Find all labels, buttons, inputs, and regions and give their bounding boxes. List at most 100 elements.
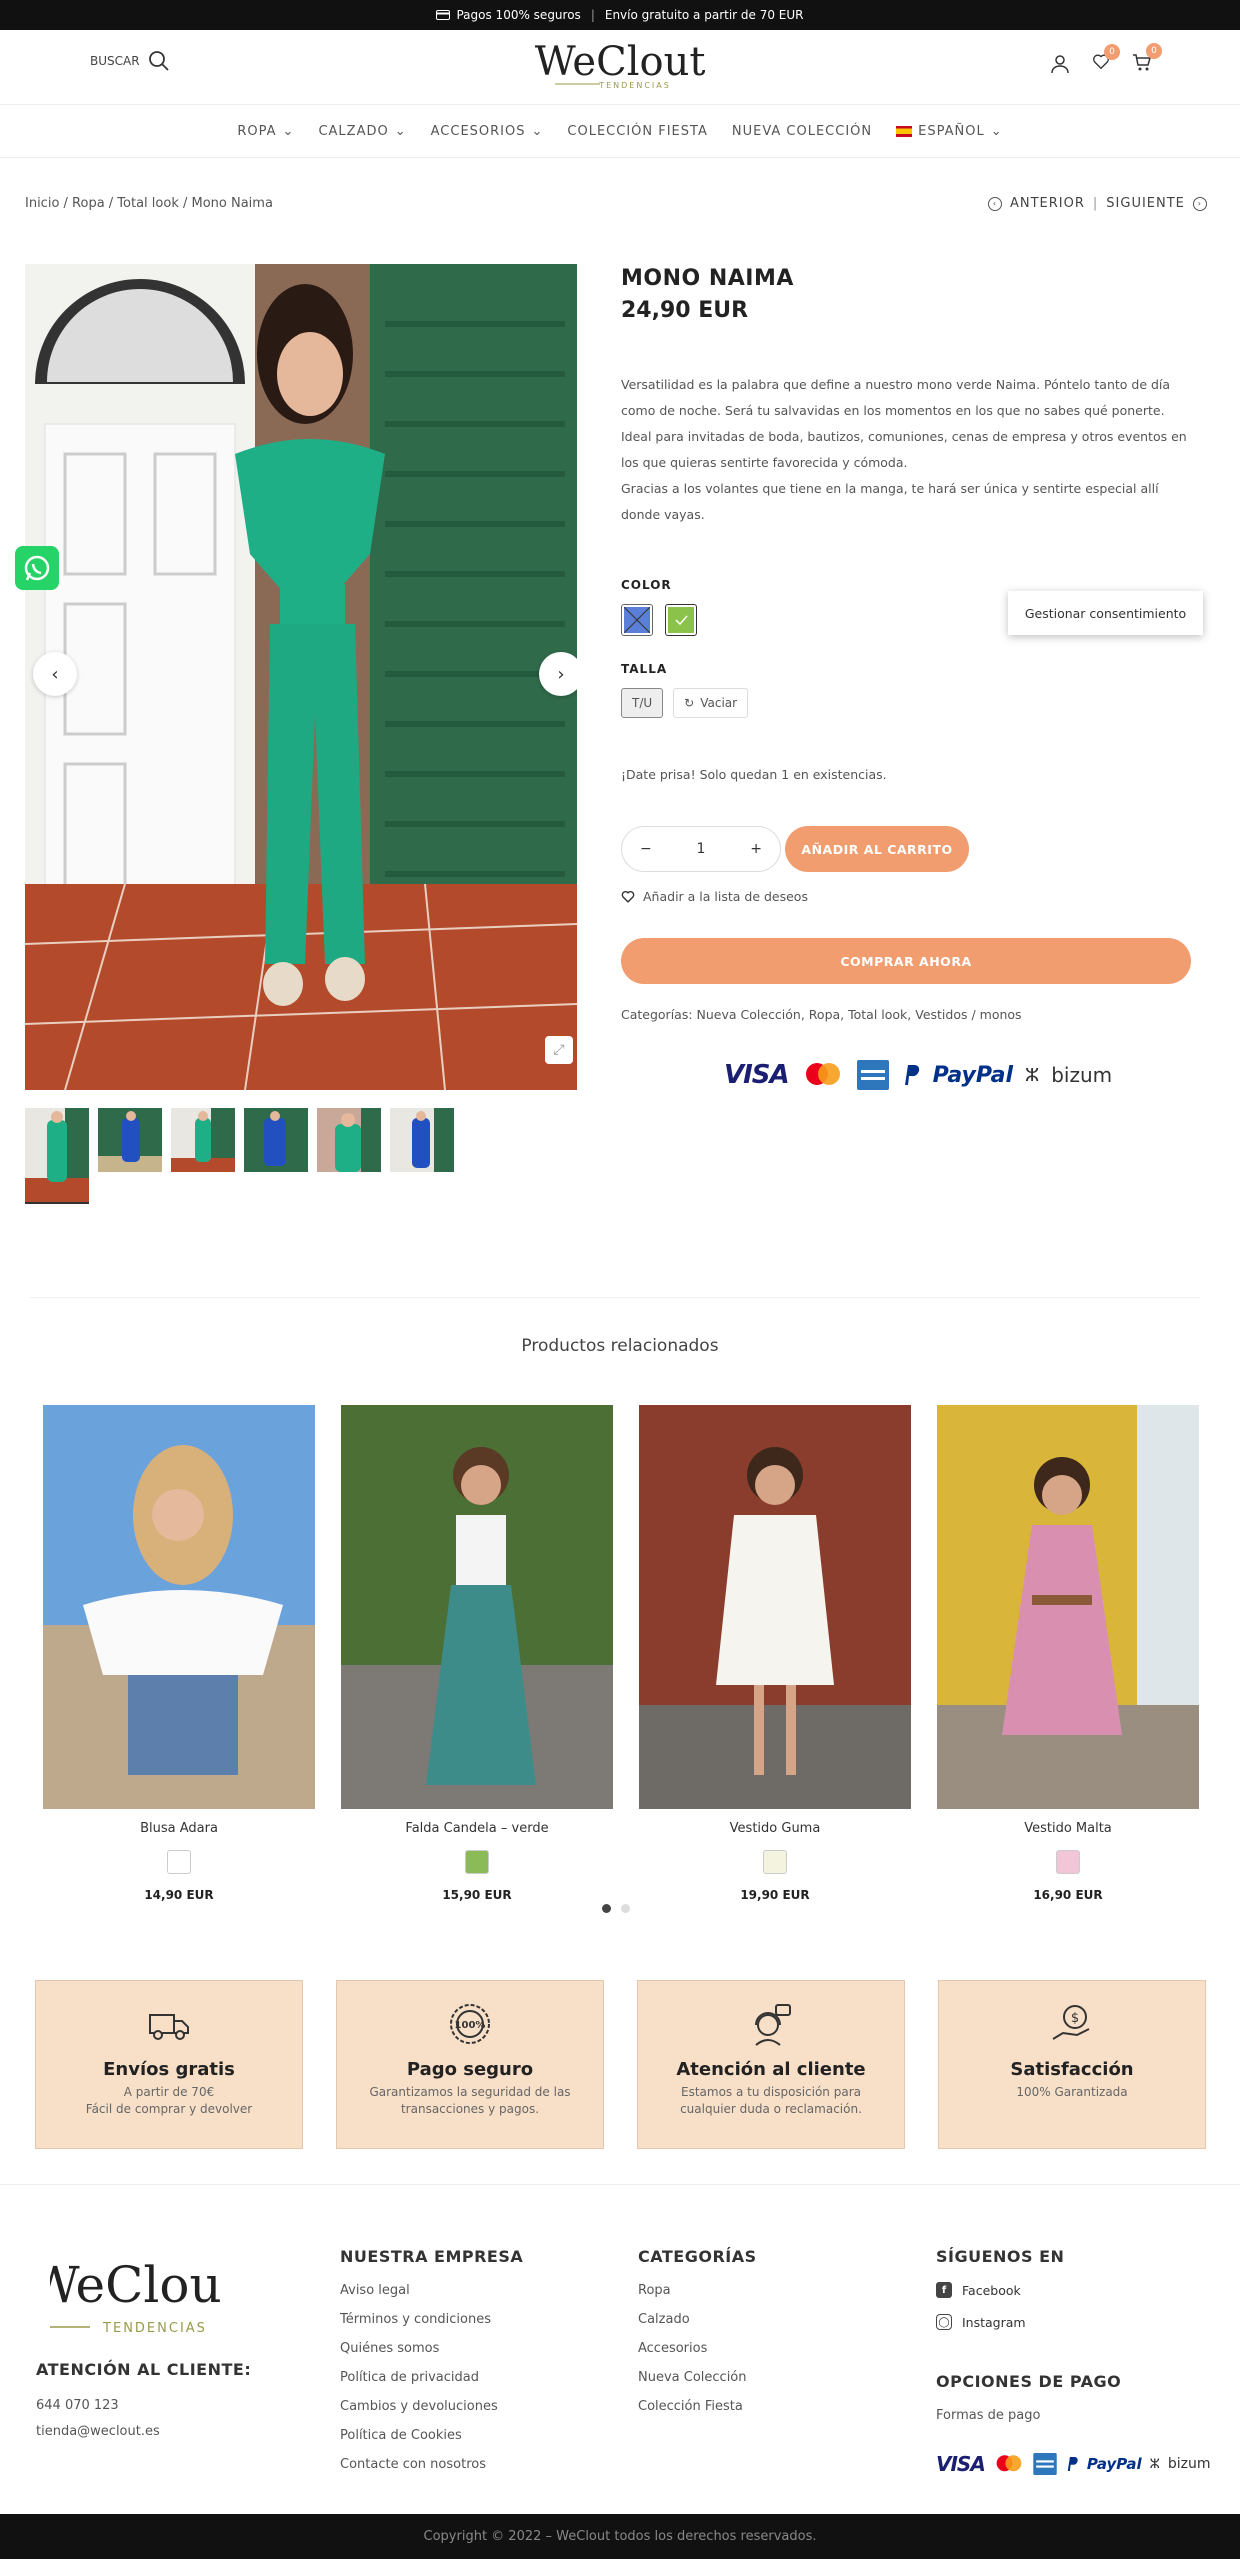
cart-button[interactable]: 0 bbox=[1132, 43, 1162, 76]
product-name[interactable]: Vestido Malta bbox=[937, 1821, 1199, 1836]
instagram-label: Instagram bbox=[962, 2314, 1026, 2330]
bizum-logo: bizum bbox=[1167, 2456, 1211, 2472]
nav-item-nueva-coleccion[interactable]: NUEVA COLECCIÓN bbox=[732, 124, 872, 139]
nav-item-accesorios[interactable]: ACCESORIOS ⌄ bbox=[431, 124, 544, 139]
credit-card-icon bbox=[436, 10, 451, 20]
spain-flag-icon bbox=[896, 126, 913, 137]
product-description: Versatilidad es la palabra que define a … bbox=[621, 372, 1191, 528]
size-options: T/U ↻ Vaciar bbox=[621, 688, 749, 718]
prev-image-button[interactable]: ‹ bbox=[33, 652, 77, 696]
manage-consent-button[interactable]: Gestionar consentimiento bbox=[1008, 591, 1203, 635]
footer-payment-section: OPCIONES DE PAGO Formas de pago bbox=[936, 2372, 1121, 2436]
product-image[interactable] bbox=[43, 1405, 315, 1809]
footer-heading: CATEGORÍAS bbox=[638, 2247, 757, 2266]
thumbnail[interactable] bbox=[25, 1108, 89, 1204]
product-main-image[interactable]: ‹ › ⤢ bbox=[25, 264, 577, 1090]
color-swatch-green[interactable] bbox=[465, 1850, 489, 1874]
language-selector[interactable]: ESPAÑOL ⌄ bbox=[896, 124, 1002, 139]
customer-service-heading: ATENCIÓN AL CLIENTE: bbox=[36, 2360, 252, 2379]
add-to-wishlist-link[interactable]: Añadir a la lista de deseos bbox=[621, 889, 808, 904]
related-product-card[interactable]: Vestido Malta 16,90 EUR bbox=[937, 1405, 1199, 1902]
color-swatch-blue[interactable] bbox=[621, 604, 653, 636]
product-name[interactable]: Vestido Guma bbox=[639, 1821, 911, 1836]
carousel-dot[interactable] bbox=[621, 1904, 630, 1913]
nav-label: COLECCIÓN FIESTA bbox=[567, 124, 708, 139]
footer-logo[interactable]: WeClout TENDENCIAS bbox=[50, 2232, 220, 2342]
footer-link[interactable]: Colección Fiesta bbox=[638, 2398, 757, 2416]
instagram-link[interactable]: ◯ Instagram bbox=[936, 2314, 1064, 2330]
buy-now-button[interactable]: COMPRAR AHORA bbox=[621, 938, 1191, 984]
search-button[interactable]: BUSCAR bbox=[90, 50, 170, 72]
feature-text: A partir de 70€ bbox=[123, 2085, 215, 2099]
breadcrumb[interactable]: Inicio / Ropa / Total look / Mono Naima bbox=[25, 196, 273, 211]
carousel-pagination bbox=[602, 1904, 630, 1913]
instagram-icon: ◯ bbox=[936, 2314, 952, 2330]
mastercard-logo bbox=[996, 2455, 1022, 2472]
footer-link[interactable]: Política de privacidad bbox=[340, 2369, 523, 2387]
size-option[interactable]: T/U bbox=[621, 688, 664, 718]
product-price: 24,90 EUR bbox=[621, 298, 749, 323]
add-to-cart-button[interactable]: AÑADIR AL CARRITO bbox=[785, 826, 969, 872]
thumbnail[interactable] bbox=[390, 1108, 454, 1172]
related-product-card[interactable]: Falda Candela – verde 15,90 EUR bbox=[341, 1405, 613, 1902]
footer-link[interactable]: Cambios y devoluciones bbox=[340, 2398, 523, 2416]
footer-divider bbox=[0, 2184, 1240, 2185]
footer-link[interactable]: Nueva Colección bbox=[638, 2369, 757, 2387]
next-product-link[interactable]: SIGUIENTE bbox=[1106, 196, 1185, 211]
footer-link[interactable]: Accesorios bbox=[638, 2340, 757, 2358]
secure-payment-text: Pagos 100% seguros bbox=[456, 8, 581, 22]
chevron-left-icon: ‹ bbox=[988, 196, 1002, 211]
carousel-dot[interactable] bbox=[602, 1904, 611, 1913]
product-name[interactable]: Blusa Adara bbox=[43, 1821, 315, 1836]
thumbnail[interactable] bbox=[171, 1108, 235, 1172]
product-price: 14,90 EUR bbox=[144, 1888, 214, 1902]
zoom-button[interactable]: ⤢ bbox=[545, 1036, 573, 1064]
footer-link[interactable]: Términos y condiciones bbox=[340, 2311, 523, 2329]
site-logo[interactable]: WeClout TENDENCIAS bbox=[535, 35, 705, 95]
amex-logo bbox=[856, 1060, 889, 1090]
account-icon[interactable] bbox=[1050, 54, 1070, 74]
color-swatch-green[interactable] bbox=[665, 604, 697, 636]
wishlist-button[interactable]: 0 bbox=[1092, 44, 1120, 75]
thumbnail[interactable] bbox=[317, 1108, 381, 1172]
color-swatch-white[interactable] bbox=[167, 1850, 191, 1874]
color-swatch-cream[interactable] bbox=[763, 1850, 787, 1874]
footer-link[interactable]: Calzado bbox=[638, 2311, 757, 2329]
whatsapp-button[interactable] bbox=[15, 546, 59, 590]
stock-notice: ¡Date prisa! Solo quedan 1 en existencia… bbox=[621, 767, 887, 782]
clear-selection-button[interactable]: ↻ Vaciar bbox=[673, 688, 749, 718]
payment-methods-link[interactable]: Formas de pago bbox=[936, 2407, 1121, 2425]
facebook-link[interactable]: f Facebook bbox=[936, 2282, 1064, 2298]
facebook-icon: f bbox=[936, 2282, 952, 2298]
thumbnail[interactable] bbox=[98, 1108, 162, 1172]
nav-label: ACCESORIOS bbox=[430, 124, 526, 139]
color-swatch-pink[interactable] bbox=[1056, 1850, 1080, 1874]
logo-main-text: WeClout bbox=[535, 39, 705, 85]
footer-link[interactable]: Aviso legal bbox=[340, 2282, 523, 2300]
nav-item-ropa[interactable]: ROPA ⌄ bbox=[237, 124, 294, 139]
feature-card: Atención al cliente Estamos a tu disposi… bbox=[637, 1980, 905, 2149]
related-product-card[interactable]: Vestido Guma 19,90 EUR bbox=[639, 1405, 911, 1902]
footer-link[interactable]: Contacte con nosotros bbox=[340, 2456, 523, 2474]
product-categories[interactable]: Categorías: Nueva Colección, Ropa, Total… bbox=[621, 1007, 1022, 1022]
product-image[interactable] bbox=[639, 1405, 911, 1809]
next-image-button[interactable]: › bbox=[539, 652, 577, 696]
decrease-qty-button[interactable]: − bbox=[640, 841, 652, 857]
phone-number[interactable]: 644 070 123 bbox=[36, 2398, 119, 2413]
increase-qty-button[interactable]: + bbox=[750, 841, 762, 857]
truck-icon bbox=[149, 2014, 189, 2040]
footer-link[interactable]: Ropa bbox=[638, 2282, 757, 2300]
footer-link[interactable]: Política de Cookies bbox=[340, 2427, 523, 2445]
nav-item-calzado[interactable]: CALZADO ⌄ bbox=[318, 124, 406, 139]
nav-item-coleccion-fiesta[interactable]: COLECCIÓN FIESTA bbox=[567, 124, 707, 139]
previous-product-link[interactable]: ANTERIOR bbox=[1010, 196, 1085, 211]
email-address[interactable]: tienda@weclout.es bbox=[36, 2424, 160, 2439]
product-name[interactable]: Falda Candela – verde bbox=[341, 1821, 613, 1836]
footer-link[interactable]: Quiénes somos bbox=[340, 2340, 523, 2358]
related-product-card[interactable]: Blusa Adara 14,90 EUR bbox=[43, 1405, 315, 1902]
thumbnail[interactable] bbox=[244, 1108, 308, 1172]
paypal-icon bbox=[1067, 2457, 1078, 2471]
product-image[interactable] bbox=[937, 1405, 1199, 1809]
product-image[interactable] bbox=[341, 1405, 613, 1809]
quantity-value[interactable]: 1 bbox=[697, 841, 706, 857]
